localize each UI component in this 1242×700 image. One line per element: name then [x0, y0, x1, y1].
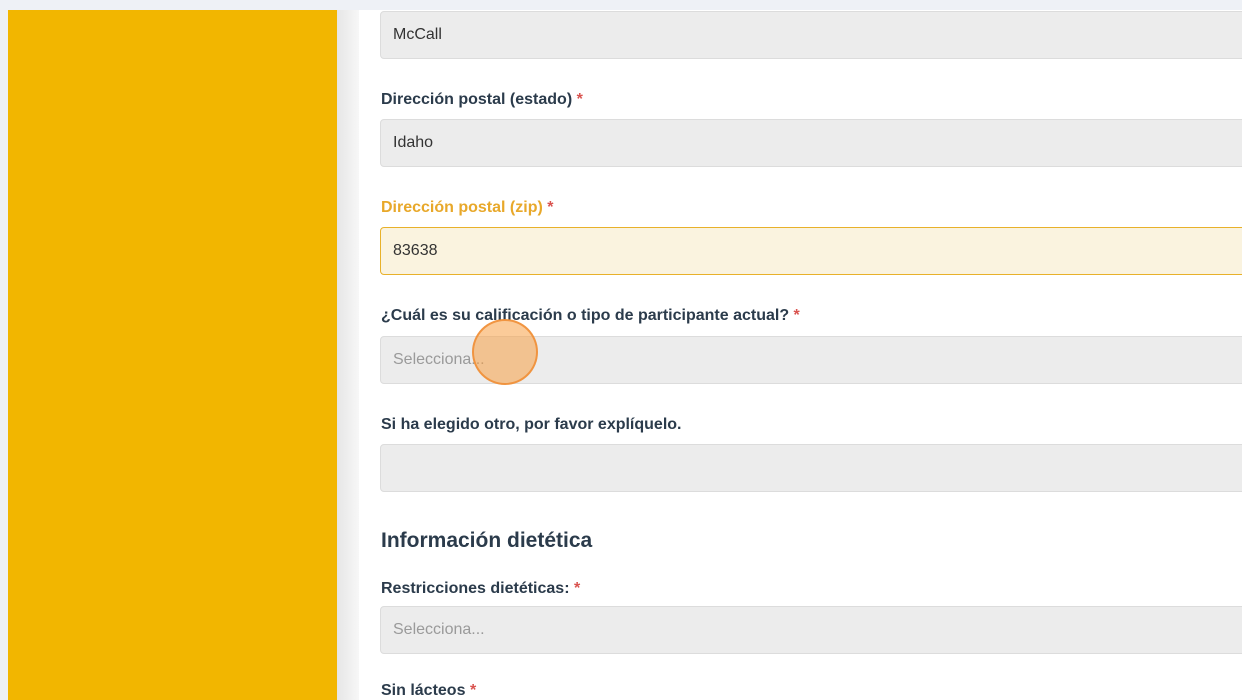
qualification-select[interactable]: Selecciona...	[380, 336, 1242, 384]
top-strip	[0, 0, 1242, 10]
sidebar-divider	[337, 10, 359, 700]
required-asterisk: *	[469, 682, 477, 699]
required-asterisk: *	[573, 580, 581, 597]
other-label: Si ha elegido otro, por favor explíquelo…	[381, 416, 681, 434]
zip-label: Dirección postal (zip) *	[381, 199, 553, 217]
zip-label-text: Dirección postal (zip)	[381, 199, 543, 216]
dietary-section-title: Información dietética	[381, 529, 593, 552]
required-asterisk: *	[576, 91, 583, 108]
sidebar-panel	[8, 10, 337, 700]
state-label: Dirección postal (estado) *	[381, 91, 583, 109]
dairy-free-label-text: Sin lácteos	[381, 682, 466, 699]
other-label-text: Si ha elegido otro, por favor explíquelo…	[381, 416, 682, 433]
dietary-restrictions-select[interactable]: Selecciona...	[380, 606, 1242, 654]
required-asterisk: *	[793, 307, 800, 324]
dairy-free-label: Sin lácteos *	[381, 682, 476, 700]
dietary-restrictions-label: Restricciones dietéticas: *	[381, 580, 580, 598]
zip-value: 83638	[393, 242, 438, 259]
dietary-restrictions-placeholder: Selecciona...	[393, 621, 485, 638]
city-value: McCall	[393, 26, 442, 43]
city-input[interactable]: McCall	[380, 11, 1242, 59]
state-input[interactable]: Idaho	[380, 119, 1242, 167]
dietary-restrictions-label-text: Restricciones dietéticas:	[381, 580, 570, 597]
qualification-label: ¿Cuál es su calificación o tipo de parti…	[381, 307, 800, 325]
qualification-label-text: ¿Cuál es su calificación o tipo de parti…	[381, 307, 790, 324]
page: McCall Dirección postal (estado) * Idaho…	[0, 0, 1242, 700]
required-asterisk: *	[547, 199, 554, 216]
state-label-text: Dirección postal (estado)	[381, 91, 573, 108]
qualification-placeholder: Selecciona...	[393, 351, 485, 368]
zip-input[interactable]: 83638	[380, 227, 1242, 275]
other-explanation-input[interactable]	[380, 444, 1242, 492]
state-value: Idaho	[393, 134, 434, 151]
